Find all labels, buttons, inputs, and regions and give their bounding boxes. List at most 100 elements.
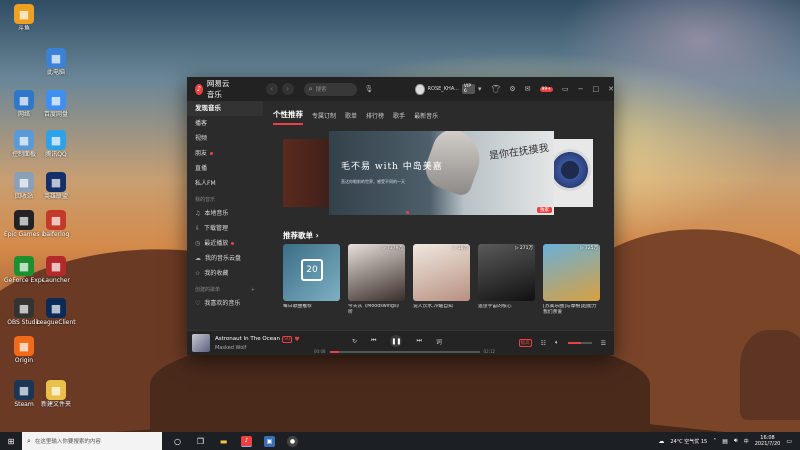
now-playing-artist[interactable]: Masked Wolf [215, 345, 310, 351]
playlist-card[interactable]: ▷ 725万 [苏美乐曲]与摩根]超能力我们亲爱 [543, 244, 600, 316]
tab-item[interactable]: 歌单 [345, 111, 357, 125]
clock[interactable]: 16:08 2021/7/20 [755, 435, 781, 447]
sidebar-item[interactable]: ◷ 最近播放 [187, 236, 263, 251]
desktop-icon[interactable]: ■ baiferlog [36, 210, 76, 238]
gear-icon[interactable]: ⚙ [509, 85, 515, 93]
tab-item[interactable]: 歌手 [393, 111, 405, 125]
sidebar-item[interactable]: ⇩ 下载管理 [187, 221, 263, 236]
app-logo[interactable]: ♪ 网易云音乐 [195, 78, 234, 100]
now-playing-title[interactable]: Astronaut In The Ocean [215, 336, 280, 342]
sidebar-item[interactable]: 私人FM [187, 176, 263, 191]
desktop-icon[interactable]: ■ 腾讯QQ [36, 130, 76, 158]
mini-mode-icon[interactable]: ▭ [562, 85, 569, 93]
volume-icon[interactable]: 🔈︎ [555, 339, 559, 347]
vip-badge[interactable]: VIP 6 [461, 84, 475, 94]
progress-slider[interactable] [329, 350, 480, 353]
playlist-title[interactable]: [苏美乐曲]与摩根]超能力我们亲爱 [543, 304, 600, 316]
avatar[interactable] [415, 83, 425, 95]
playlist-title[interactable]: 今天从《Moodswings》听 [348, 304, 405, 316]
notification-icon[interactable]: ▭ [786, 438, 792, 445]
mail-icon[interactable]: ✉ [525, 85, 531, 93]
title-bar: ♪ 网易云音乐 ‹ › ⌕ 搜索 🎙︎ ROSE_KHA... VIP 6 ▾ … [187, 77, 614, 101]
pause-button[interactable]: ❚❚ [390, 335, 403, 347]
network-icon[interactable]: ▤ [722, 438, 728, 445]
tab-item[interactable]: 排行榜 [366, 111, 384, 125]
playlist-card[interactable]: ▷ 10万说人饮水,冷暖自知 [413, 244, 470, 316]
minimize-icon[interactable]: − [578, 85, 584, 93]
sidebar-item[interactable]: ☁ 我的音乐云盘 [187, 251, 263, 266]
user-menu[interactable]: ROSE_KHA... VIP 6 ▾ [415, 83, 482, 95]
obs-taskbar-icon[interactable]: ● [287, 435, 298, 447]
netease-taskbar-icon[interactable]: ♪ [241, 435, 252, 447]
sound-effect-icon[interactable]: ☷ [541, 340, 546, 347]
user-name[interactable]: ROSE_KHA... [428, 86, 459, 92]
close-icon[interactable]: ✕ [608, 85, 614, 93]
recommend-section-title[interactable]: 推荐歌单 › [283, 230, 319, 241]
desktop-icon[interactable]: ■ 斗鱼 [4, 4, 44, 32]
app-icon: ■ [46, 256, 66, 276]
playlist-title[interactable]: 说人饮水,冷暖自知 [413, 304, 470, 316]
maximize-icon[interactable]: □ [593, 85, 600, 93]
playlist-card[interactable]: 20 每日歌曲推荐 [283, 244, 340, 316]
taskbar-search-input[interactable]: ⌕ 在这里输入你要搜索的内容 [22, 432, 162, 450]
now-playing-cover[interactable] [192, 334, 210, 352]
like-heart-icon[interactable]: ♥ [294, 336, 299, 343]
sidebar-item[interactable]: 视频 [187, 131, 263, 146]
microphone-icon[interactable]: 🎙︎ [365, 85, 374, 93]
desktop-icon[interactable]: ■ 新建文件夹 [36, 380, 76, 408]
volume-icon[interactable]: 🔊︎ [734, 437, 738, 445]
repeat-icon[interactable]: ↻ [352, 338, 357, 345]
search-input[interactable]: ⌕ 搜索 [303, 82, 357, 96]
ime-indicator[interactable]: 中 [744, 438, 749, 445]
banner-current-slide[interactable]: 毛不易 with 中岛美嘉 直达你眼前的世界，感受不同的一天 是你在抚摸我 独家 [329, 131, 554, 215]
playlist-cover[interactable]: 20 [283, 244, 340, 301]
skin-icon[interactable]: 👕︎ [491, 85, 500, 93]
sidebar-item[interactable]: ☆ 我的收藏 [187, 266, 263, 281]
sidebar-item[interactable]: 发现音乐 [187, 101, 263, 116]
chevron-up-icon[interactable]: ˄ [713, 438, 716, 445]
back-button[interactable]: ‹ [265, 83, 278, 95]
playlist-title[interactable]: 遥望宇宙的核心 [478, 304, 535, 316]
sidebar-item[interactable]: 直播 [187, 161, 263, 176]
tab-item[interactable]: 个性推荐 [273, 109, 303, 125]
task-view-icon[interactable]: ❐ [195, 436, 206, 447]
tab-item[interactable]: 专属订制 [312, 111, 336, 125]
tab-item[interactable]: 最新音乐 [414, 111, 438, 125]
desktop-icon[interactable]: ■ LeagueClient [36, 298, 76, 326]
playlist-cover[interactable]: ▷ 271万 [478, 244, 535, 301]
playlist-card[interactable]: ▷ 271万遥望宇宙的核心 [478, 244, 535, 316]
quality-button[interactable]: 极高 [518, 339, 532, 347]
volume-slider[interactable] [567, 342, 592, 344]
sidebar-item[interactable]: ♡ 我喜欢的音乐 [187, 296, 263, 311]
banner-carousel[interactable]: 毛不易 with 中岛美嘉 直达你眼前的世界，感受不同的一天 是你在抚摸我 独家 [273, 131, 603, 215]
file-explorer-icon[interactable]: ▬ [218, 436, 229, 447]
playlist-queue-icon[interactable]: ☰ [601, 340, 606, 347]
app-taskbar-icon[interactable]: ▣ [264, 435, 275, 447]
sidebar-item[interactable]: 播客 [187, 116, 263, 131]
chevron-down-icon[interactable]: ▾ [478, 85, 482, 93]
add-playlist-button[interactable]: + [251, 284, 255, 296]
playlist-cover[interactable]: ▷ 725万 [543, 244, 600, 301]
desktop-icon[interactable]: ■ 百度网盘 [36, 90, 76, 118]
desktop-icon[interactable]: ■ Origin [4, 336, 44, 364]
netease-logo-icon: ♪ [195, 83, 203, 95]
playlist-cover[interactable]: ▷ 10万 [413, 244, 470, 301]
playlist-card[interactable]: ▷ 7379万今天从《Moodswings》听 [348, 244, 405, 316]
playlist-cover[interactable]: ▷ 7379万 [348, 244, 405, 301]
desktop-icon[interactable]: ■ Launcher [36, 256, 76, 284]
windows-start-icon[interactable]: ⊞ [0, 432, 22, 450]
playlist-title[interactable]: 每日歌曲推荐 [283, 304, 340, 316]
search-icon: ⌕ [27, 436, 31, 445]
forward-button[interactable]: › [281, 83, 294, 95]
next-track-icon[interactable]: ⏭ [416, 337, 421, 345]
sidebar-item[interactable]: ♫ 本地音乐 [187, 206, 263, 221]
lyrics-icon[interactable]: 词 [436, 337, 442, 346]
desktop-icon[interactable]: ■ 英雄联盟 [36, 172, 76, 200]
sidebar-item[interactable]: 朋友 [187, 146, 263, 161]
weather-icon[interactable]: ☁ [658, 438, 664, 445]
carousel-indicator[interactable] [406, 211, 409, 214]
weather-text[interactable]: 24°C 空气优 15 [670, 438, 707, 445]
cortana-icon[interactable]: ○ [172, 436, 183, 447]
previous-track-icon[interactable]: ⏮ [371, 337, 376, 345]
desktop-icon[interactable]: ■ 此电脑 [36, 48, 76, 76]
